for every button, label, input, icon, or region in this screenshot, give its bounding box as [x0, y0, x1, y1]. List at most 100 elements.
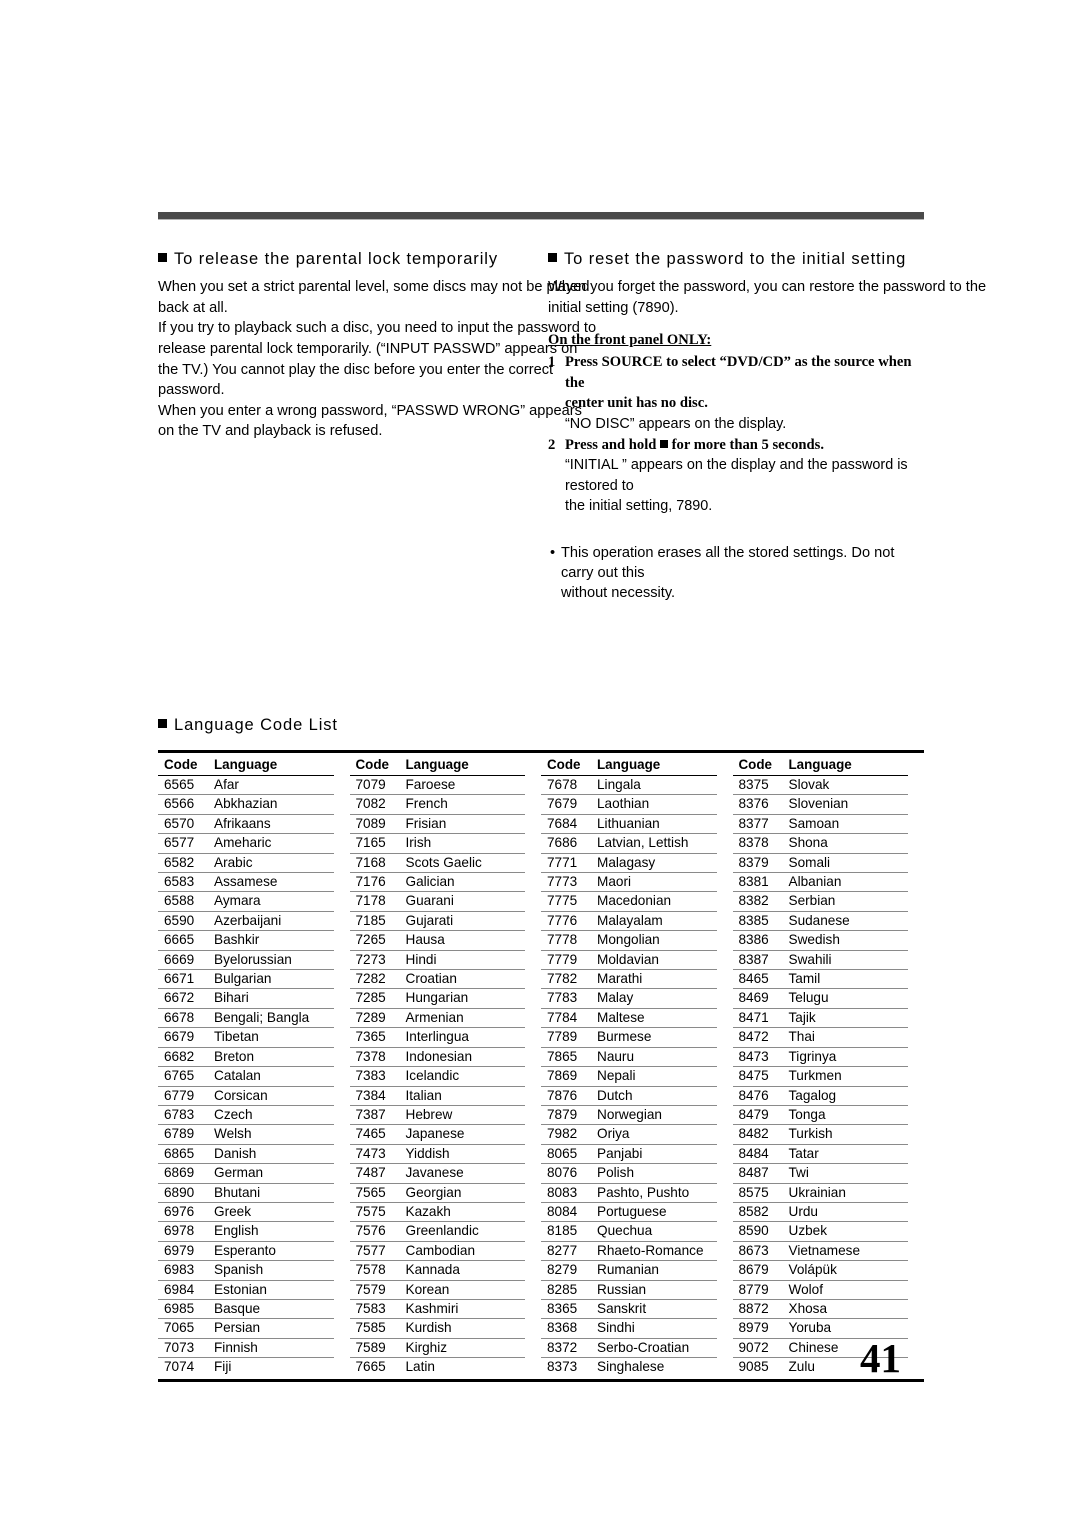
cell-language: Bihari: [214, 988, 334, 1009]
cell-language: Basque: [214, 1299, 334, 1320]
cell-code: 7776: [541, 911, 597, 932]
cell-code: 8372: [541, 1338, 597, 1359]
cell-code: 7082: [349, 794, 406, 815]
cell-language: Laothian: [597, 794, 717, 815]
cell-code: 7775: [541, 891, 597, 912]
note-line1: This operation erases all the stored set…: [561, 544, 895, 581]
cell-code: 8365: [541, 1299, 597, 1320]
column-header-language: Language: [788, 756, 908, 776]
cell-code: 6979: [158, 1241, 214, 1262]
table-row: 8372 Serbo-Croatian: [541, 1338, 717, 1359]
table-row: 7384 Italian: [349, 1086, 525, 1106]
cell-code: 6588: [158, 891, 214, 912]
cell-code: 7576: [349, 1221, 406, 1242]
cell-language: Tagalog: [788, 1086, 908, 1106]
table-row: 7578 Kannada: [349, 1260, 525, 1281]
cell-code: 7784: [541, 1008, 597, 1029]
cell-language: Bengali; Bangla: [214, 1008, 334, 1029]
cell-code: 6765: [158, 1066, 214, 1087]
cell-code: 6678: [158, 1008, 214, 1029]
cell-language: Latin: [405, 1359, 435, 1375]
cell-language: Swahili: [788, 950, 908, 971]
bullet-square-icon: [158, 719, 167, 728]
cell-language: Oriya: [597, 1124, 717, 1145]
cell-language: Javanese: [405, 1163, 525, 1184]
left-column: To release the parental lock temporarily…: [158, 250, 596, 442]
release-lock-p3-line2: on the TV and playback is refused.: [158, 423, 383, 440]
table-row: 8279 Rumanian: [541, 1260, 717, 1281]
table-row: 7583 Kashmiri: [349, 1299, 525, 1320]
cell-code: 8473: [732, 1047, 789, 1068]
cell-code: 8381: [732, 872, 789, 893]
cell-code: 7578: [349, 1260, 406, 1281]
cell-code: 7378: [349, 1047, 406, 1068]
cell-code: 7289: [349, 1008, 406, 1029]
release-lock-p2-line2a: release parental lock temporarily. (: [158, 340, 381, 357]
cell-language: Japanese: [405, 1124, 525, 1145]
bullet-square-icon: [158, 253, 167, 262]
right-column: To reset the password to the initial set…: [548, 250, 986, 604]
column-header-language: Language: [214, 756, 334, 776]
table-row: 7773 Maori: [541, 872, 717, 893]
table-row: 8385 Sudanese: [732, 911, 908, 932]
cell-language: Russian: [597, 1280, 717, 1300]
cell-code: 8378: [732, 833, 789, 854]
table-row: 7185 Gujarati: [349, 911, 525, 932]
table-row: 8285 Russian: [541, 1280, 717, 1300]
cell-language: Malayalam: [597, 911, 717, 932]
cell-code: 8472: [732, 1027, 789, 1048]
cell-language: Faroese: [405, 775, 525, 796]
language-code-table: Code Language 6565 Afar 6566 Abkhazian 6570 Afr…: [158, 750, 924, 1382]
cell-language: Persian: [214, 1318, 334, 1339]
cell-code: 7579: [349, 1280, 406, 1300]
cell-language: Afrikaans: [214, 814, 334, 835]
table-row: 6570 Afrikaans: [158, 814, 334, 835]
table-row: 8673 Vietnamese: [732, 1241, 908, 1262]
table-row: 8779 Wolof: [732, 1280, 908, 1300]
cell-language: Volápük: [788, 1260, 908, 1281]
column-header-code: Code: [732, 756, 789, 776]
cell-code: 8479: [732, 1105, 789, 1126]
cell-language: Kirghiz: [405, 1338, 525, 1359]
table-row: 6682 Breton: [158, 1047, 334, 1068]
cell-code: 6671: [158, 969, 214, 990]
table-header-row: Code Language: [158, 756, 334, 776]
table-header-row: Code Language: [732, 756, 908, 776]
cell-code: 7771: [541, 853, 597, 874]
cell-code: 7982: [541, 1124, 597, 1145]
table-row: 8465 Tamil: [732, 969, 908, 990]
cell-code: 8476: [732, 1086, 789, 1106]
table-row: 6669 Byelorussian: [158, 950, 334, 971]
cell-code: 6985: [158, 1299, 214, 1320]
cell-code: 6570: [158, 814, 214, 835]
cell-code: 6669: [158, 950, 214, 971]
step-1-bold-line1: Press SOURCE to select “DVD/CD” as the s…: [565, 354, 912, 391]
cell-language: Danish: [214, 1144, 334, 1165]
cell-code: 6976: [158, 1202, 214, 1223]
table-row: 6890 Bhutani: [158, 1183, 334, 1203]
table-row: 6582 Arabic: [158, 853, 334, 874]
cell-code: 7789: [541, 1027, 597, 1048]
table-row: 7473 Yiddish: [349, 1144, 525, 1165]
release-lock-p2-line3: the TV.) You cannot play the disc before…: [158, 361, 554, 378]
header-rule: [158, 212, 924, 220]
cell-language: Estonian: [214, 1280, 334, 1300]
language-code-subtable: Code Language 7678 Lingala 7679 Laothian 7684 L…: [541, 756, 717, 1377]
cell-language: Urdu: [788, 1202, 908, 1223]
cell-language: Indonesian: [405, 1047, 525, 1068]
cell-language: Wolof: [788, 1280, 908, 1300]
cell-code: 7782: [541, 969, 597, 990]
table-row: 7776 Malayalam: [541, 911, 717, 932]
cell-language: Rhaeto-Romance: [597, 1241, 717, 1262]
language-code-subtable: Code Language 8375 Slovak 8376 Slovenian 8377 S…: [732, 756, 908, 1377]
cell-code: 7074: [164, 1359, 195, 1375]
cell-code: 7265: [349, 930, 406, 951]
table-row: 8487 Twi: [732, 1163, 908, 1184]
table-row: 8379 Somali: [732, 853, 908, 874]
table-row: 6577 Ameharic: [158, 833, 334, 854]
cell-code: 8065: [541, 1144, 597, 1165]
language-code-list-heading-text: Language Code List: [174, 716, 338, 734]
cell-code: 6577: [158, 833, 214, 854]
cell-language: Interlingua: [405, 1027, 525, 1048]
table-row: 6765 Catalan: [158, 1066, 334, 1087]
